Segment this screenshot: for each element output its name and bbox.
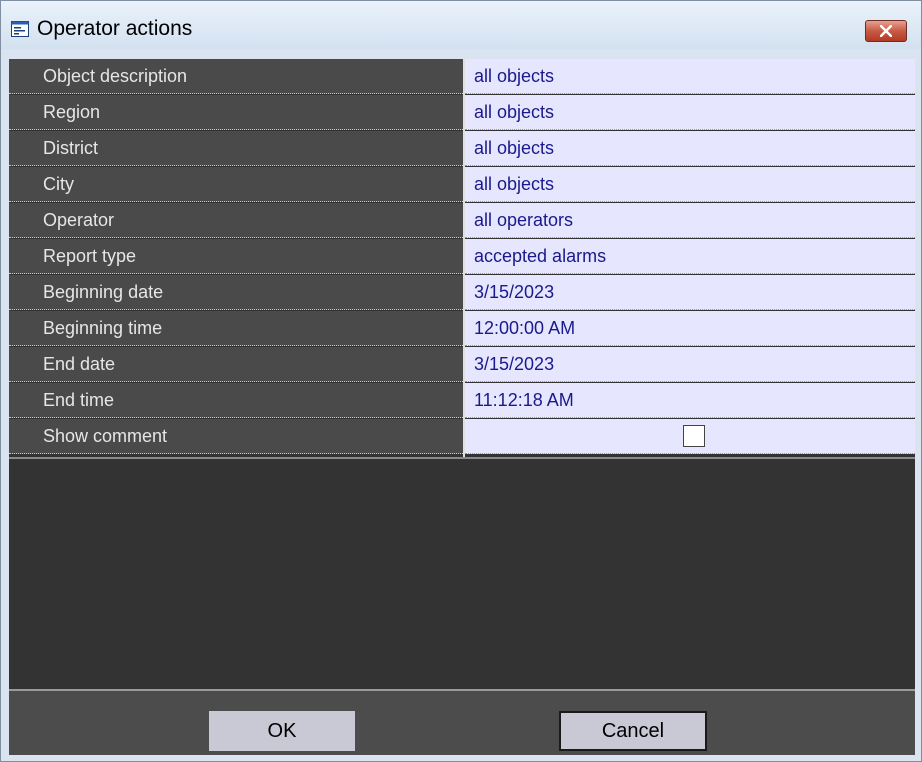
property-row-show-comment[interactable]: Show comment: [9, 419, 915, 455]
property-label: Region: [9, 95, 463, 130]
property-value[interactable]: 3/15/2023: [465, 347, 915, 382]
property-label: End date: [9, 347, 463, 382]
close-button[interactable]: [865, 20, 907, 42]
button-bar: OK Cancel: [9, 689, 915, 755]
property-label: Report type: [9, 239, 463, 274]
property-row-beginning-time[interactable]: Beginning time 12:00:00 AM: [9, 311, 915, 347]
property-value[interactable]: all objects: [465, 131, 915, 166]
property-label: End time: [9, 383, 463, 418]
grid-divider: [9, 457, 915, 459]
show-comment-checkbox[interactable]: [683, 425, 705, 447]
property-value[interactable]: accepted alarms: [465, 239, 915, 274]
property-panel: Object description all objects Region al…: [9, 59, 915, 689]
property-row-report-type[interactable]: Report type accepted alarms: [9, 239, 915, 275]
property-row-beginning-date[interactable]: Beginning date 3/15/2023: [9, 275, 915, 311]
ok-button[interactable]: OK: [209, 711, 355, 751]
property-value-checkbox-cell[interactable]: [465, 419, 915, 454]
property-label: Object description: [9, 59, 463, 94]
property-row-region[interactable]: Region all objects: [9, 95, 915, 131]
property-row-end-date[interactable]: End date 3/15/2023: [9, 347, 915, 383]
property-row-operator[interactable]: Operator all operators: [9, 203, 915, 239]
property-label: Beginning date: [9, 275, 463, 310]
property-label: City: [9, 167, 463, 202]
dialog-window-icon: [11, 21, 29, 37]
property-label: Operator: [9, 203, 463, 238]
property-label: Beginning time: [9, 311, 463, 346]
close-icon: [880, 25, 892, 37]
operator-actions-dialog: Operator actions Object description all …: [0, 0, 922, 762]
property-row-object-description[interactable]: Object description all objects: [9, 59, 915, 95]
title-bar[interactable]: Operator actions: [1, 1, 921, 49]
column-divider[interactable]: [463, 59, 465, 457]
property-row-end-time[interactable]: End time 11:12:18 AM: [9, 383, 915, 419]
property-value[interactable]: all objects: [465, 167, 915, 202]
property-row-district[interactable]: District all objects: [9, 131, 915, 167]
property-value[interactable]: all objects: [465, 59, 915, 94]
property-row-city[interactable]: City all objects: [9, 167, 915, 203]
property-label: Show comment: [9, 419, 463, 454]
property-value[interactable]: 3/15/2023: [465, 275, 915, 310]
property-label: District: [9, 131, 463, 166]
cancel-button[interactable]: Cancel: [559, 711, 707, 751]
property-value[interactable]: 12:00:00 AM: [465, 311, 915, 346]
property-value[interactable]: 11:12:18 AM: [465, 383, 915, 418]
property-value[interactable]: all objects: [465, 95, 915, 130]
property-value[interactable]: all operators: [465, 203, 915, 238]
dialog-title: Operator actions: [37, 17, 193, 40]
